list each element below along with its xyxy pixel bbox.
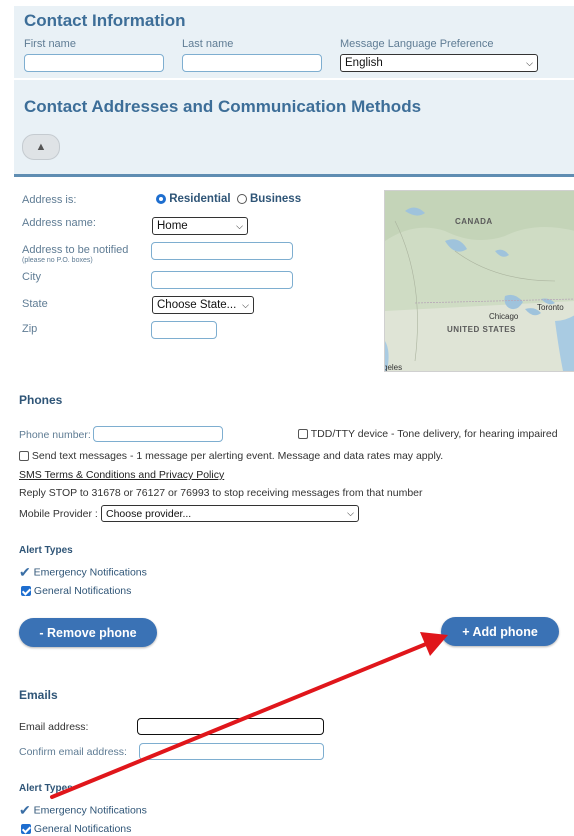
annotation-arrow [50, 632, 448, 799]
annotation-arrow-line [50, 642, 428, 799]
